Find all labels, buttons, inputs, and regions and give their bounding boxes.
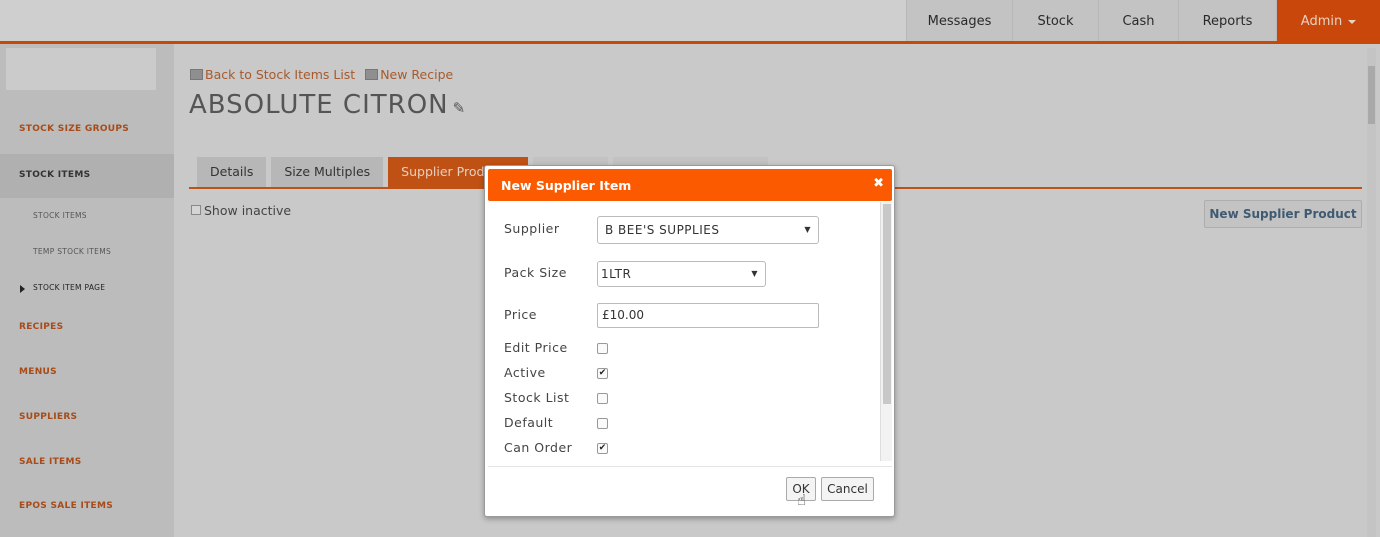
sidebar-item-recipes[interactable]: RECIPES <box>0 322 174 332</box>
nav-stock[interactable]: Stock <box>1012 0 1098 41</box>
logo <box>6 48 156 90</box>
stock-list-icon <box>190 69 203 80</box>
show-inactive-filter[interactable]: Show inactive <box>191 203 291 218</box>
new-supplier-item-dialog: New Supplier Item ✖ Supplier B BEE'S SUP… <box>484 165 895 517</box>
dialog-header: New Supplier Item ✖ <box>488 169 892 201</box>
sidebar-item-sale-items[interactable]: SALE ITEMS <box>0 457 174 467</box>
nav-admin-label: Admin <box>1300 14 1343 29</box>
sidebar-subitem-temp-stock-items[interactable]: TEMP STOCK ITEMS <box>0 247 174 256</box>
sidebar-subitem-stock-items[interactable]: STOCK ITEMS <box>0 211 174 220</box>
nav-messages[interactable]: Messages <box>906 0 1012 41</box>
sidebar-item-stock-size-groups[interactable]: STOCK SIZE GROUPS <box>0 124 174 134</box>
page-title-text: ABSOLUTE CITRON <box>189 90 449 120</box>
dialog-title: New Supplier Item <box>501 178 632 193</box>
dialog-scrollbar[interactable] <box>880 202 892 461</box>
top-nav-menu: Messages Stock Cash Reports Admin <box>906 0 1380 41</box>
supplier-select[interactable]: B BEE'S SUPPLIES ▼ <box>597 216 819 244</box>
sidebar-item-suppliers[interactable]: SUPPLIERS <box>0 412 174 422</box>
cancel-button[interactable]: Cancel <box>821 477 874 501</box>
nav-reports[interactable]: Reports <box>1178 0 1276 41</box>
new-supplier-product-button[interactable]: New Supplier Product <box>1204 200 1362 228</box>
dialog-scrollbar-thumb[interactable] <box>883 204 891 404</box>
chevron-down-icon <box>1348 19 1357 24</box>
new-recipe-link[interactable]: New Recipe <box>380 67 453 82</box>
sidebar: STOCK SIZE GROUPS STOCK ITEMS STOCK ITEM… <box>0 44 174 537</box>
top-navbar: Messages Stock Cash Reports Admin <box>0 0 1380 44</box>
active-label: Active <box>504 365 546 380</box>
page-scrollbar[interactable] <box>1367 48 1376 537</box>
back-to-stock-items-link[interactable]: Back to Stock Items List <box>205 67 355 82</box>
default-label: Default <box>504 415 554 430</box>
tab-details[interactable]: Details <box>197 157 267 187</box>
sidebar-subitem-label: STOCK ITEM PAGE <box>33 283 106 292</box>
edit-price-label: Edit Price <box>504 340 568 355</box>
price-input[interactable]: £10.00 <box>597 303 819 328</box>
supplier-label: Supplier <box>504 221 560 236</box>
page-title: ABSOLUTE CITRON ✎ <box>189 90 466 120</box>
pack-size-select[interactable]: 1LTR ▼ <box>597 261 766 287</box>
breadcrumb: Back to Stock Items List New Recipe <box>190 67 453 82</box>
stock-list-checkbox[interactable] <box>597 393 608 404</box>
active-checkbox[interactable]: ✔ <box>597 368 608 379</box>
dropdown-arrow-icon: ▼ <box>804 225 811 234</box>
recipe-icon <box>365 69 379 80</box>
show-inactive-checkbox[interactable] <box>191 205 201 215</box>
default-checkbox[interactable] <box>597 418 608 429</box>
pencil-icon[interactable]: ✎ <box>453 99 467 117</box>
scrollbar-thumb[interactable] <box>1368 66 1375 124</box>
show-inactive-label: Show inactive <box>204 203 292 218</box>
can-order-checkbox[interactable]: ✔ <box>597 443 608 454</box>
can-order-label: Can Order <box>504 440 573 455</box>
hand-cursor-icon: ☝ <box>797 491 807 509</box>
tab-size-multiples[interactable]: Size Multiples <box>271 157 384 187</box>
nav-admin[interactable]: Admin <box>1276 0 1380 41</box>
sidebar-subitem-stock-item-page[interactable]: STOCK ITEM PAGE <box>0 283 174 293</box>
sidebar-item-stock-items[interactable]: STOCK ITEMS <box>0 154 174 198</box>
dropdown-arrow-icon: ▼ <box>751 269 758 278</box>
pack-size-select-value: 1LTR <box>601 267 632 281</box>
close-icon[interactable]: ✖ <box>873 176 884 191</box>
sidebar-item-epos-sale-items[interactable]: EPOS SALE ITEMS <box>0 501 174 511</box>
nav-cash[interactable]: Cash <box>1098 0 1178 41</box>
sidebar-item-menus[interactable]: MENUS <box>0 367 174 377</box>
stock-list-label: Stock List <box>504 390 570 405</box>
pack-size-label: Pack Size <box>504 265 567 280</box>
price-label: Price <box>504 307 537 322</box>
dialog-footer-divider <box>488 466 892 467</box>
edit-price-checkbox[interactable] <box>597 343 608 354</box>
triangle-right-icon <box>20 285 25 293</box>
supplier-select-value: B BEE'S SUPPLIES <box>605 223 720 237</box>
